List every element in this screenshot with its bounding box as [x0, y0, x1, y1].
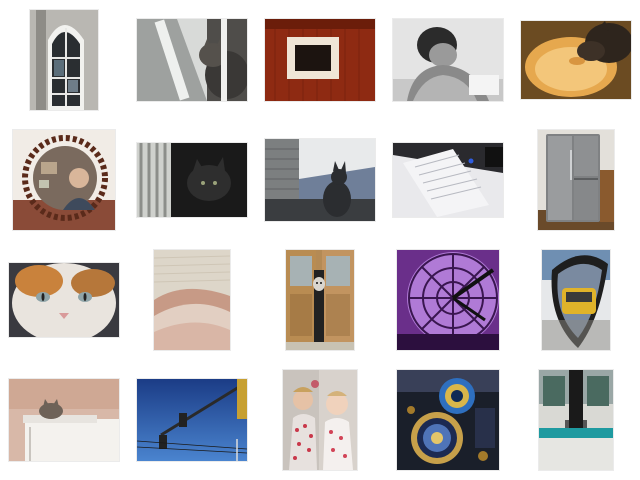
grid-cell — [128, 0, 256, 120]
thumbnail-cat-drinking-sink[interactable] — [521, 21, 631, 99]
thumbnail-purple-clock[interactable] — [397, 250, 499, 350]
thumbnail-cat-on-shelf[interactable] — [9, 379, 119, 461]
thumbnail-astronomical-clock[interactable] — [397, 370, 499, 470]
grid-cell — [384, 240, 512, 360]
thumbnail-round-mirror[interactable] — [13, 130, 115, 230]
grid-cell — [0, 360, 128, 480]
grid-cell — [256, 0, 384, 120]
grid-cell — [384, 0, 512, 120]
grid-cell — [512, 0, 640, 120]
grid-cell — [512, 120, 640, 240]
thumbnail-fur[interactable] — [154, 250, 230, 350]
thumbnail-traffic-light[interactable] — [137, 379, 247, 461]
thumbnail-keyboard[interactable] — [393, 143, 503, 217]
thumbnail-children-mirror[interactable] — [283, 370, 357, 470]
thumbnail-refrigerator[interactable] — [538, 130, 614, 230]
grid-cell — [128, 120, 256, 240]
grid-cell — [0, 0, 128, 120]
thumbnail-arched-window[interactable] — [30, 10, 98, 110]
thumbnail-cat-peeking-doors[interactable] — [286, 250, 354, 350]
image-grid — [0, 0, 640, 480]
grid-cell — [384, 120, 512, 240]
thumbnail-cat-face[interactable] — [9, 263, 119, 337]
grid-cell — [512, 360, 640, 480]
grid-cell — [512, 240, 640, 360]
grid-cell — [384, 360, 512, 480]
thumbnail-train-doors[interactable] — [539, 370, 613, 470]
grid-cell — [0, 120, 128, 240]
thumbnail-cat-silhouette[interactable] — [265, 139, 375, 221]
grid-cell — [256, 120, 384, 240]
grid-cell — [128, 360, 256, 480]
grid-cell — [128, 240, 256, 360]
grid-cell — [256, 240, 384, 360]
thumbnail-cat-at-window[interactable] — [137, 19, 247, 101]
thumbnail-framed-picture[interactable] — [265, 19, 375, 101]
grid-cell — [0, 240, 128, 360]
thumbnail-child-bw[interactable] — [393, 19, 503, 101]
thumbnail-dark-cat-window[interactable] — [137, 143, 247, 217]
thumbnail-bus-mirror[interactable] — [542, 250, 610, 350]
grid-cell — [256, 360, 384, 480]
